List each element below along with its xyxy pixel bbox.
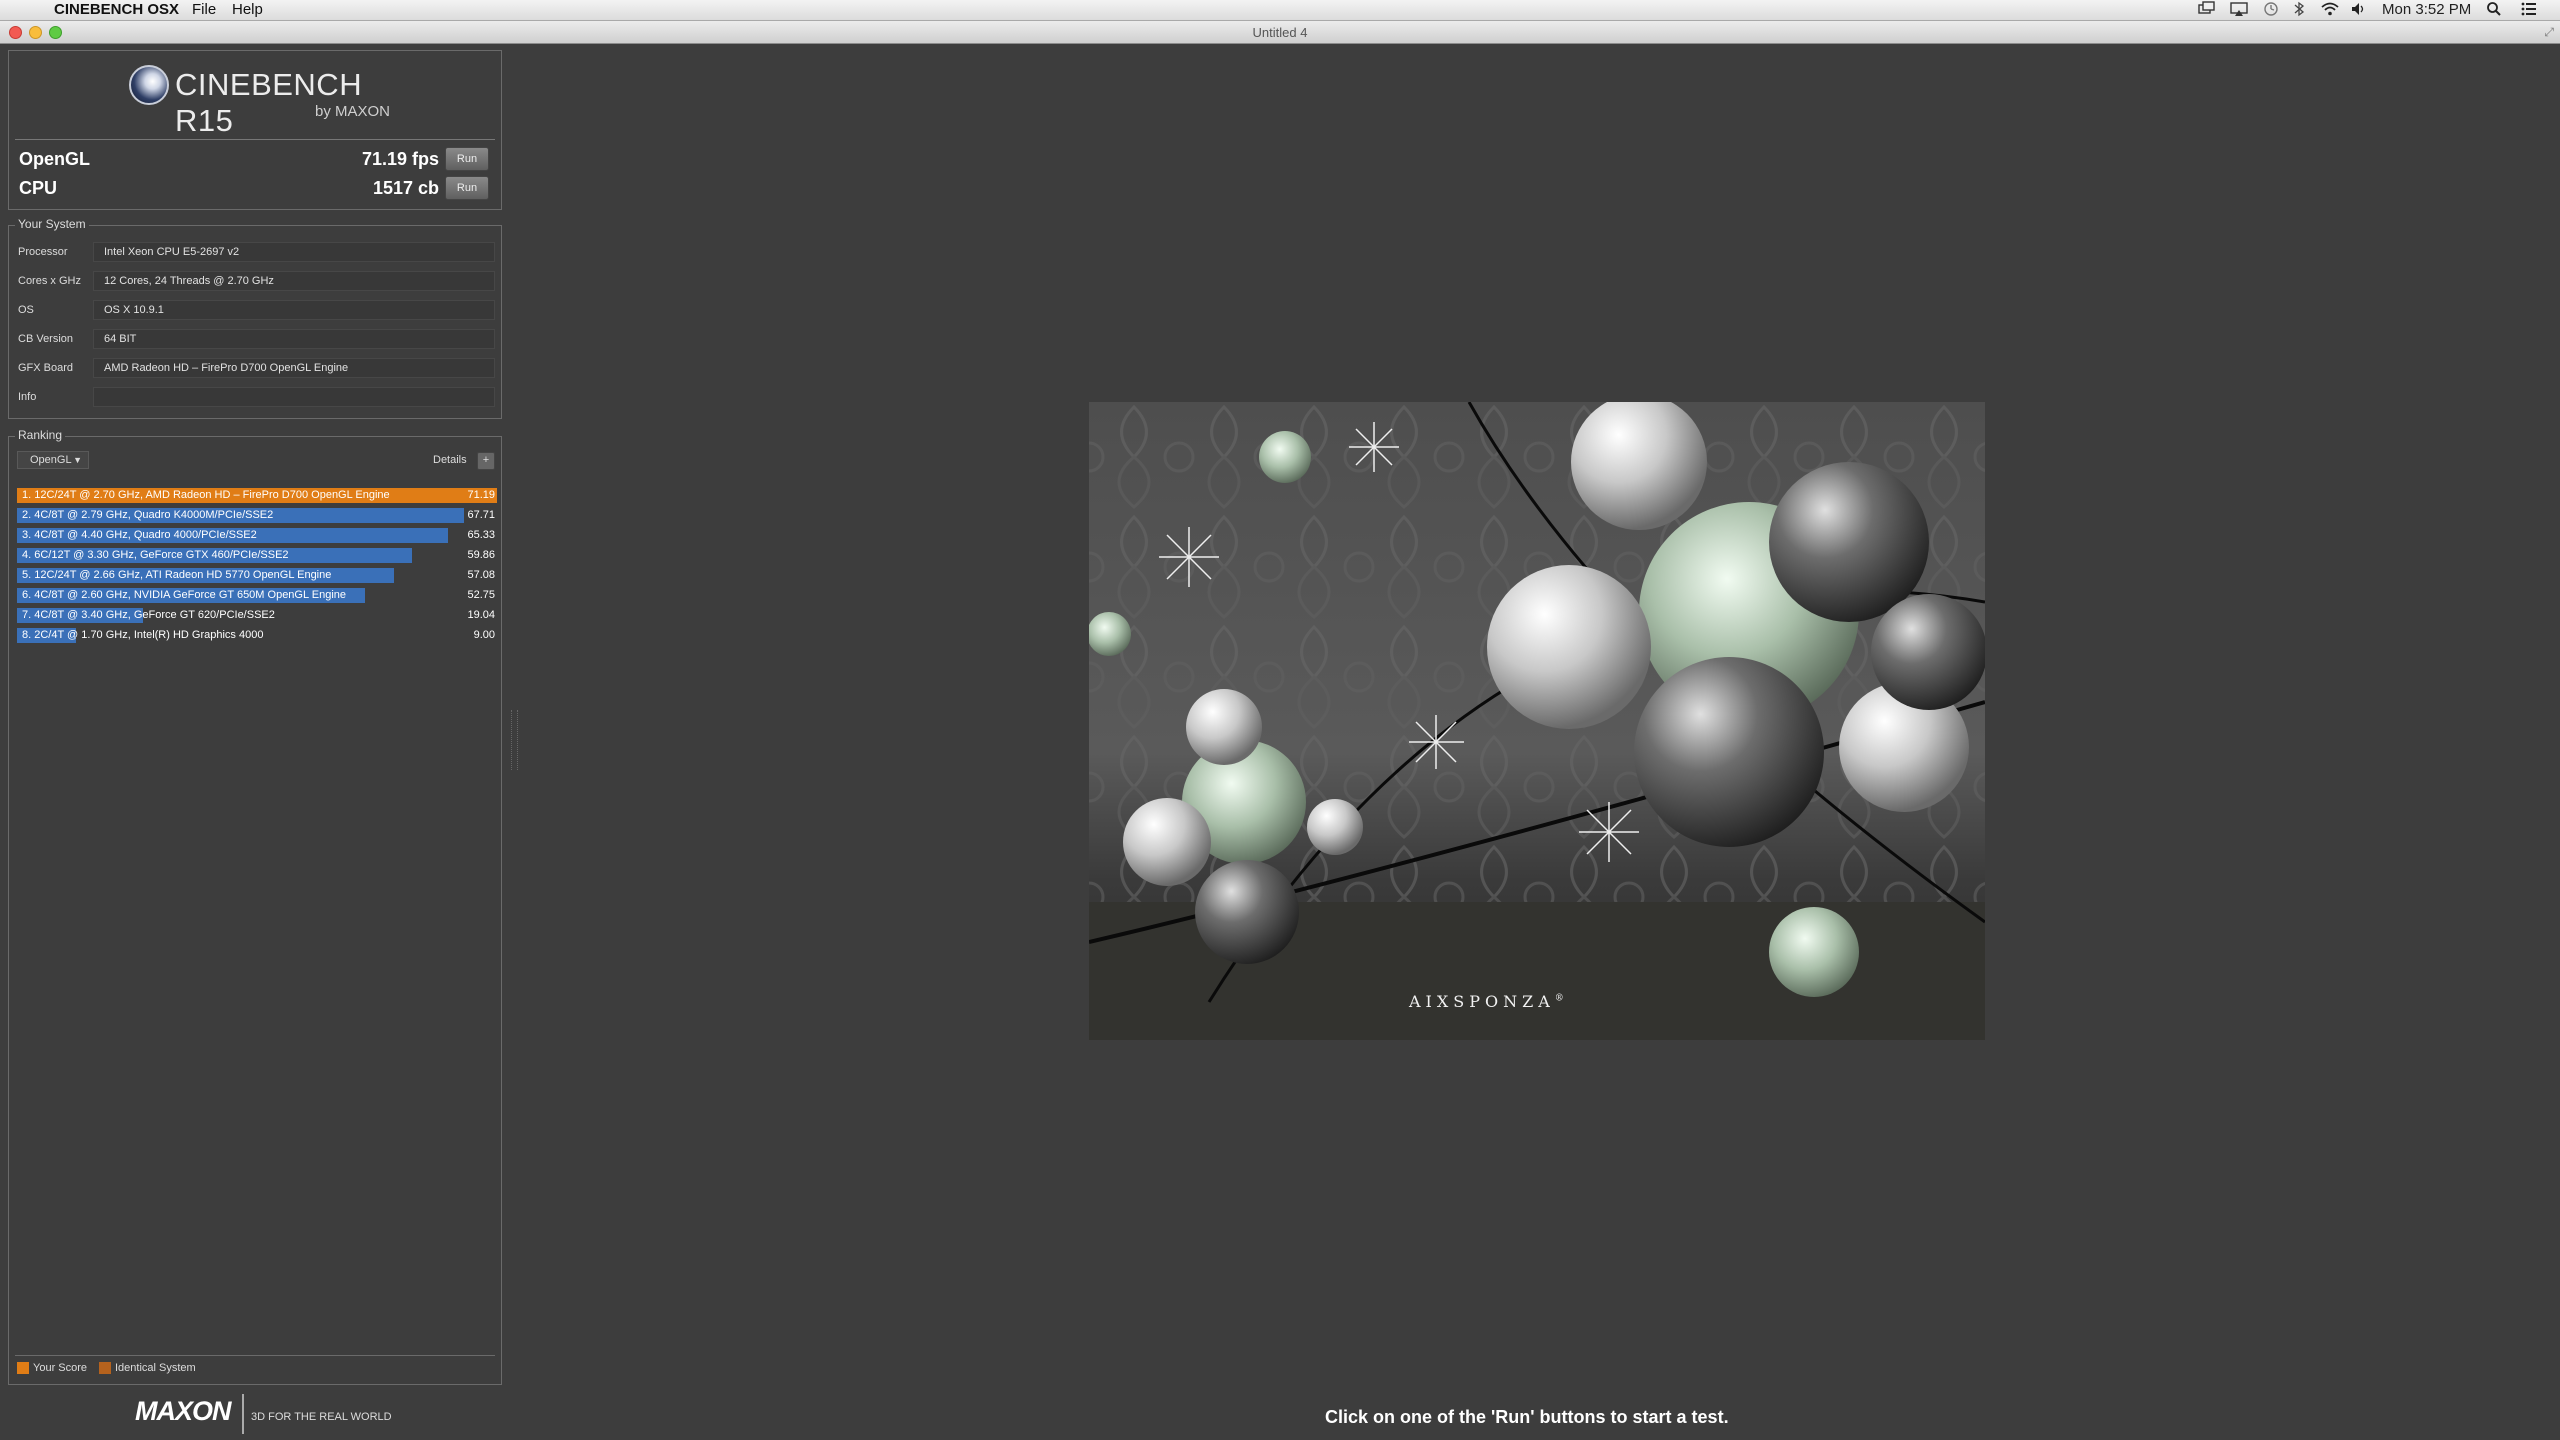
bluetooth-icon[interactable] xyxy=(2292,1,2306,22)
ranking-row[interactable]: 5. 12C/24T @ 2.66 GHz, ATI Radeon HD 577… xyxy=(17,567,497,584)
menu-help[interactable]: Help xyxy=(232,1,263,19)
airplay-icon[interactable] xyxy=(2230,1,2248,22)
system-row-gfx-board: GFX Board AMD Radeon HD – FirePro D700 O… xyxy=(9,356,503,382)
render-preview-image: AIXSPONZA® xyxy=(1089,402,1985,1040)
cb-version-label: CB Version xyxy=(18,333,74,345)
logo-subtitle: by MAXON xyxy=(315,103,391,120)
fullscreen-icon[interactable]: ⤢ xyxy=(2544,25,2554,40)
volume-icon[interactable] xyxy=(2350,1,2368,22)
your-system-panel: Your System Processor Intel Xeon CPU E5-… xyxy=(8,217,503,419)
ranking-row-label: 5. 12C/24T @ 2.66 GHz, ATI Radeon HD 577… xyxy=(22,569,332,581)
system-row-processor: Processor Intel Xeon CPU E5-2697 v2 xyxy=(9,240,503,266)
ranking-panel: Ranking OpenGL ▼ Details + 1. 12C/24T @ … xyxy=(8,428,502,1385)
ranking-row-label: 6. 4C/8T @ 2.60 GHz, NVIDIA GeForce GT 6… xyxy=(22,589,347,601)
wifi-icon[interactable] xyxy=(2320,1,2340,22)
run-opengl-button[interactable]: Run xyxy=(445,147,489,171)
maxon-tagline: 3D FOR THE REAL WORLD xyxy=(251,1411,392,1423)
divider xyxy=(15,139,495,140)
cores-field[interactable]: 12 Cores, 24 Threads @ 2.70 GHz xyxy=(93,271,495,291)
ranking-row-score: 19.04 xyxy=(467,609,495,621)
system-row-cores: Cores x GHz 12 Cores, 24 Threads @ 2.70 … xyxy=(9,269,503,295)
ranking-row-score: 71.19 xyxy=(467,489,495,501)
cpu-score: 1517 cb xyxy=(372,178,439,198)
cinebench-logo-icon xyxy=(129,65,169,105)
ranking-row[interactable]: 8. 2C/4T @ 1.70 GHz, Intel(R) HD Graphic… xyxy=(17,627,497,644)
chevron-down-icon: ▼ xyxy=(73,455,82,465)
your-score-swatch xyxy=(17,1362,29,1374)
ranking-row-score: 9.00 xyxy=(473,629,495,641)
system-row-info: Info xyxy=(9,385,503,411)
display-icon[interactable] xyxy=(2198,1,2216,22)
spotlight-icon[interactable] xyxy=(2486,1,2502,22)
ranking-row-label: 3. 4C/8T @ 4.40 GHz, Quadro 4000/PCIe/SS… xyxy=(22,529,257,541)
ranking-row-score: 67.71 xyxy=(467,509,495,521)
opengl-label: OpenGL xyxy=(19,149,90,169)
ranking-row-label: 4. 6C/12T @ 3.30 GHz, GeForce GTX 460/PC… xyxy=(22,549,289,561)
cpu-score-row: CPU 1517 cb Run xyxy=(17,176,499,200)
ranking-row-score: 52.75 xyxy=(467,589,495,601)
your-score-legend: Your Score xyxy=(33,1362,88,1374)
ranking-type-value: OpenGL xyxy=(30,454,72,466)
ranking-type-select[interactable]: OpenGL ▼ xyxy=(17,451,89,469)
cb-version-field[interactable]: 64 BIT xyxy=(93,329,495,349)
maxon-logo: MAXON xyxy=(135,1396,231,1426)
your-system-title: Your System xyxy=(15,217,89,231)
ranking-row[interactable]: 7. 4C/8T @ 3.40 GHz, GeForce GT 620/PCIe… xyxy=(17,607,497,624)
time-machine-icon[interactable] xyxy=(2262,1,2280,22)
score-panel: CINEBENCH R15 by MAXON OpenGL 71.19 fps … xyxy=(8,50,502,210)
ranking-row-score: 57.08 xyxy=(467,569,495,581)
aixsponza-watermark: AIXSPONZA® xyxy=(1409,992,1564,1011)
identical-system-legend: Identical System xyxy=(115,1362,196,1374)
menu-app-name[interactable]: CINEBENCH OSX xyxy=(54,1,179,19)
opengl-score: 71.19 fps xyxy=(361,149,439,169)
ranking-title: Ranking xyxy=(15,428,66,442)
system-row-os: OS OS X 10.9.1 xyxy=(9,298,503,324)
aixsponza-watermark-text: AIXSPONZA xyxy=(1409,992,1555,1011)
wallpaper-pattern xyxy=(1089,402,1985,1040)
ranking-row[interactable]: 4. 6C/12T @ 3.30 GHz, GeForce GTX 460/PC… xyxy=(17,547,497,564)
menu-file[interactable]: File xyxy=(192,1,216,19)
notification-center-icon[interactable] xyxy=(2520,1,2538,22)
os-field[interactable]: OS X 10.9.1 xyxy=(93,300,495,320)
ranking-row-label: 7. 4C/8T @ 3.40 GHz, GeForce GT 620/PCIe… xyxy=(22,609,275,621)
identical-system-swatch xyxy=(99,1362,111,1374)
registered-mark: ® xyxy=(1554,993,1564,1004)
info-field[interactable] xyxy=(93,387,495,407)
ranking-row-score: 65.33 xyxy=(467,529,495,541)
menu-bar: CINEBENCH OSX File Help Mon 3:52 PM xyxy=(0,0,2560,21)
ranking-row[interactable]: 1. 12C/24T @ 2.70 GHz, AMD Radeon HD – F… xyxy=(17,487,497,504)
info-label: Info xyxy=(18,391,37,403)
ranking-row-label: 8. 2C/4T @ 1.70 GHz, Intel(R) HD Graphic… xyxy=(22,629,264,641)
details-label: Details xyxy=(433,454,467,466)
cpu-label: CPU xyxy=(19,178,58,198)
gfx-board-field[interactable]: AMD Radeon HD – FirePro D700 OpenGL Engi… xyxy=(93,358,495,378)
ranking-row-score: 59.86 xyxy=(467,549,495,561)
system-row-cb-version: CB Version 64 BIT xyxy=(9,327,503,353)
ranking-row[interactable]: 2. 4C/8T @ 2.79 GHz, Quadro K4000M/PCIe/… xyxy=(17,507,497,524)
gfx-board-label: GFX Board xyxy=(18,362,74,374)
panel-splitter[interactable] xyxy=(511,710,518,770)
ranking-row-label: 1. 12C/24T @ 2.70 GHz, AMD Radeon HD – F… xyxy=(22,489,390,501)
cinebench-logo: CINEBENCH R15 by MAXON xyxy=(129,65,409,138)
divider xyxy=(242,1394,244,1434)
run-cpu-button[interactable]: Run xyxy=(445,176,489,200)
window-title-bar: Untitled 4 ⤢ xyxy=(0,21,2560,44)
ranking-row[interactable]: 3. 4C/8T @ 4.40 GHz, Quadro 4000/PCIe/SS… xyxy=(17,527,497,544)
processor-label: Processor xyxy=(18,246,68,258)
opengl-score-row: OpenGL 71.19 fps Run xyxy=(17,147,499,171)
os-label: OS xyxy=(18,304,34,316)
cores-label: Cores x GHz xyxy=(18,275,81,287)
window-title: Untitled 4 xyxy=(1252,25,1308,40)
divider xyxy=(15,1355,495,1356)
menubar-clock[interactable]: Mon 3:52 PM xyxy=(2382,1,2471,19)
details-button[interactable]: + xyxy=(477,452,495,470)
processor-field[interactable]: Intel Xeon CPU E5-2697 v2 xyxy=(93,242,495,262)
ranking-row-label: 2. 4C/8T @ 2.79 GHz, Quadro K4000M/PCIe/… xyxy=(22,509,274,521)
ranking-row[interactable]: 6. 4C/8T @ 2.60 GHz, NVIDIA GeForce GT 6… xyxy=(17,587,497,604)
status-message: Click on one of the 'Run' buttons to sta… xyxy=(1325,1407,1729,1427)
